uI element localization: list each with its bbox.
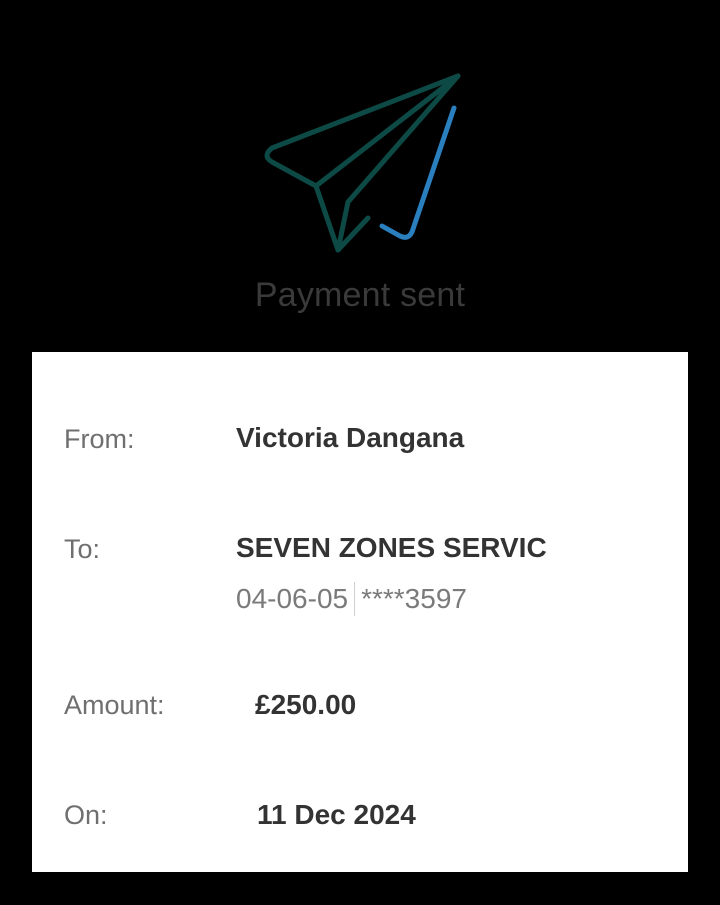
account-details: 04-06-05 ****3597	[236, 582, 467, 616]
to-value: SEVEN ZONES SERVIC	[236, 532, 547, 563]
date-label: On:	[64, 800, 108, 830]
sort-code: 04-06-05	[236, 583, 349, 614]
divider	[354, 582, 356, 616]
page-title: Payment sent	[254, 276, 466, 314]
date-value: 11 Dec 2024	[257, 799, 416, 830]
amount-value: £250.00	[255, 689, 357, 720]
to-label: To:	[64, 534, 101, 564]
from-value: Victoria Dangana	[236, 422, 465, 453]
account-number: ****3597	[361, 583, 467, 614]
from-label: From:	[64, 424, 135, 454]
payment-details-card: From: Victoria Dangana To: SEVEN ZONES S…	[32, 352, 688, 872]
amount-label: Amount:	[64, 690, 165, 720]
paper-plane-check-icon	[264, 73, 461, 253]
